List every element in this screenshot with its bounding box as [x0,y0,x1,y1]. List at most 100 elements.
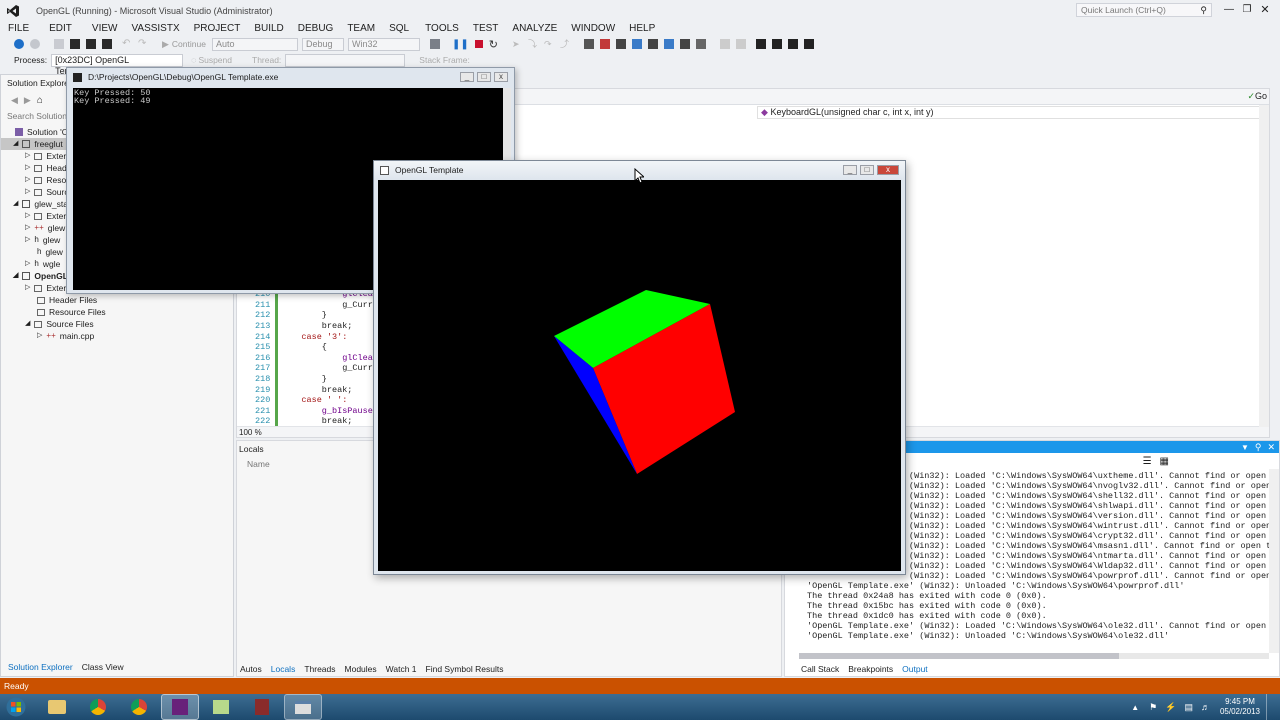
expand-arrow-icon[interactable]: ▷ [25,150,30,162]
menu-help[interactable]: HELP [629,23,655,34]
power-icon[interactable]: ⚡ [1165,702,1176,713]
menu-sql[interactable]: SQL [389,23,409,34]
menu-vassistx[interactable]: VASSISTX [131,23,179,34]
expand-arrow-icon[interactable]: ▷ [25,282,30,294]
volume-icon[interactable]: ♬ [1201,702,1210,712]
tab-watch-1[interactable]: Watch 1 [386,664,417,674]
console-close-button[interactable]: x [494,72,508,82]
tab-threads[interactable]: Threads [304,664,335,674]
menu-view[interactable]: VIEW [92,23,118,34]
tab-autos[interactable]: Autos [240,664,262,674]
comment-icon[interactable] [719,39,730,49]
opengl-close-button[interactable]: x [877,165,899,175]
maximize-button[interactable]: ❐ [1238,4,1256,15]
tab-solution-explorer[interactable]: Solution Explorer [8,662,73,672]
platform-dropdown[interactable]: Win32 [347,37,420,51]
tree-item-folder[interactable]: ◢ Source Files [1,318,233,330]
solution-config-dropdown[interactable]: Auto [211,37,298,51]
stop-icon[interactable] [474,40,483,48]
go-button[interactable]: ✓Go [1247,91,1267,102]
flag-icon[interactable]: ⚑ [1149,702,1157,713]
expand-arrow-icon[interactable]: ▷ [25,258,30,270]
bookmark-next-icon[interactable] [787,39,798,49]
forward-navigate-icon[interactable] [30,39,40,49]
opengl-minimize-button[interactable]: _ [843,165,857,175]
expand-arrow-icon[interactable]: ▷ [25,234,30,246]
close-icon[interactable]: ✕ [1267,442,1275,453]
clock[interactable]: 9:45 PM 05/02/2013 [1220,697,1260,717]
menu-project[interactable]: PROJECT [194,23,241,34]
expand-arrow-icon[interactable]: ▷ [25,162,30,174]
tree-item-freeglut[interactable]: ◢ freeglut [1,138,69,150]
hex-display-icon[interactable] [583,39,594,49]
console-maximize-button[interactable]: □ [477,72,491,82]
debug-tool-1-icon[interactable] [599,39,610,49]
taskbar-console[interactable] [284,694,322,720]
back-navigate-icon[interactable] [14,39,24,49]
suspend-label[interactable]: Suspend [198,55,232,65]
minimize-button[interactable]: — [1220,4,1238,15]
clear-all-icon[interactable]: ☰ [1143,456,1152,467]
collapse-arrow-icon[interactable]: ◢ [25,318,30,330]
bookmark-clear-icon[interactable] [803,39,814,49]
quick-launch-input[interactable]: Quick Launch (Ctrl+Q) ⚲ [1076,3,1212,17]
expand-arrow-icon[interactable]: ▷ [25,222,30,234]
open-file-icon[interactable] [70,39,80,49]
bookmark-icon[interactable] [755,39,766,49]
restart-icon[interactable]: ↻ [489,38,498,51]
menu-debug[interactable]: DEBUG [298,23,334,34]
tree-item-folder[interactable]: Header Files [1,294,233,306]
debug-tool-3-icon[interactable] [631,39,642,49]
new-project-icon[interactable] [54,39,64,49]
attach-icon[interactable] [429,39,440,49]
tab-call-stack[interactable]: Call Stack [801,664,839,674]
menu-test[interactable]: TEST [473,23,499,34]
menu-build[interactable]: BUILD [254,23,283,34]
tab-breakpoints[interactable]: Breakpoints [848,664,893,674]
menu-edit[interactable]: EDIT [49,23,72,34]
taskbar-chrome-1[interactable] [79,694,117,720]
editor-vertical-scrollbar[interactable] [1259,105,1269,427]
collapse-arrow-icon[interactable]: ◢ [13,198,18,210]
pause-icon[interactable]: ❚❚ [452,39,469,50]
taskbar-visual-studio[interactable] [161,694,199,720]
debug-tool-2-icon[interactable] [615,39,626,49]
show-hidden-icons-icon[interactable]: ▲ [1131,703,1139,712]
step-into-icon[interactable]: ⤵ [528,39,538,49]
expand-arrow-icon[interactable]: ▷ [37,330,42,342]
step-out-icon[interactable]: ⤴ [560,39,570,49]
debug-tool-6-icon[interactable] [679,39,690,49]
home-icon[interactable]: ⌂ [37,95,43,106]
network-icon[interactable]: ▤ [1184,702,1193,713]
expand-arrow-icon[interactable]: ▷ [25,186,30,198]
opengl-canvas[interactable] [378,180,901,571]
taskbar-app-6[interactable] [243,694,281,720]
redo-icon[interactable]: ↷ [138,39,148,49]
function-dropdown[interactable]: ◆ KeyboardGL(unsigned char c, int x, int… [757,106,1267,119]
expand-arrow-icon[interactable]: ▷ [25,174,30,186]
scrollbar-thumb[interactable] [799,653,1119,659]
opengl-maximize-button[interactable]: □ [860,165,874,175]
save-icon[interactable] [86,39,96,49]
menu-file[interactable]: FILE [8,23,29,34]
tab-class-view[interactable]: Class View [82,662,124,672]
forward-icon[interactable]: ▶ [24,95,31,106]
debug-tool-4-icon[interactable] [647,39,658,49]
tab-find-symbol-results[interactable]: Find Symbol Results [426,664,504,674]
output-vertical-scrollbar[interactable] [1269,469,1279,653]
step-over-icon[interactable]: ↷ [544,39,554,49]
undo-icon[interactable]: ↶ [122,39,132,49]
start-button[interactable] [0,694,32,720]
suspend-icon[interactable]: ◌ [191,55,196,65]
menu-window[interactable]: WINDOW [571,23,615,34]
menu-team[interactable]: TEAM [347,23,375,34]
pin-icon[interactable]: ⚲ [1255,442,1262,453]
uncomment-icon[interactable] [735,39,746,49]
save-all-icon[interactable] [102,39,112,49]
search-icon[interactable]: ⚲ [1200,5,1207,16]
output-horizontal-scrollbar[interactable] [799,653,1269,659]
show-desktop-button[interactable] [1266,694,1274,720]
debug-tool-7-icon[interactable] [695,39,706,49]
tab-modules[interactable]: Modules [345,664,377,674]
continue-button[interactable]: Continue [172,39,206,49]
